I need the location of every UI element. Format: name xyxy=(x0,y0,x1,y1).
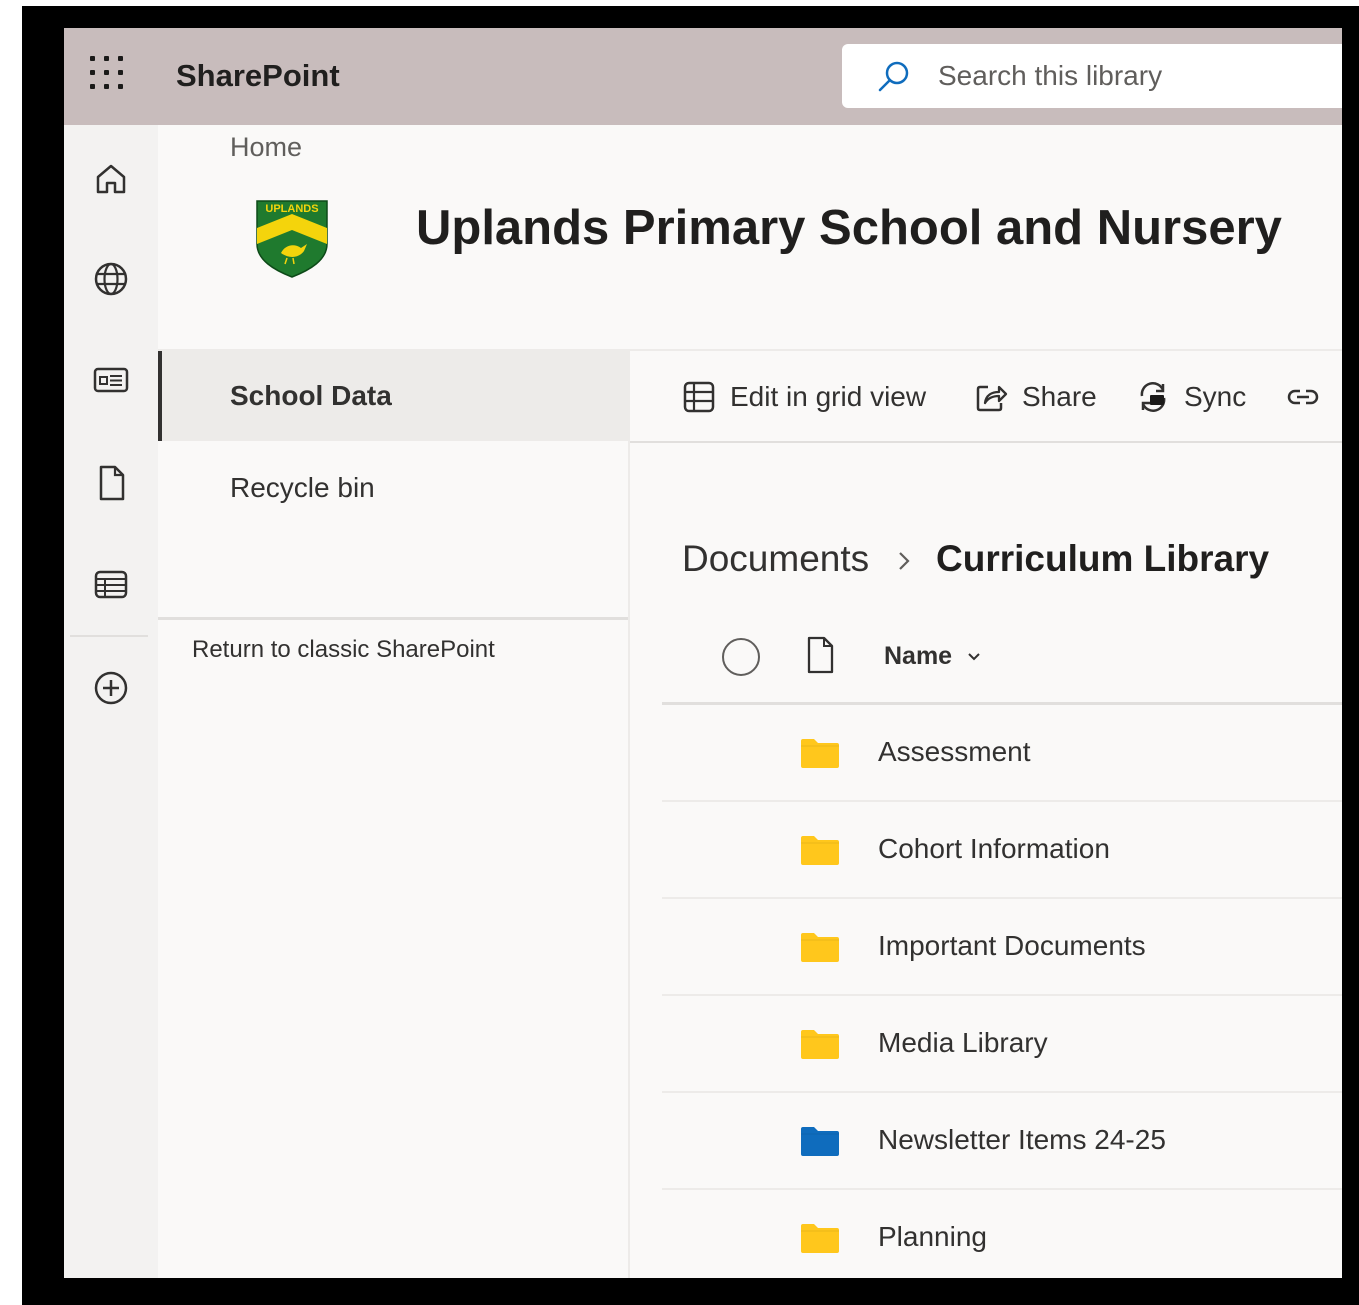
edit-grid-label: Edit in grid view xyxy=(730,381,927,412)
suite-bar: SharePoint xyxy=(64,28,1342,125)
nav-item-label: School Data xyxy=(230,380,392,411)
folder-name[interactable]: Media Library xyxy=(878,1027,1048,1059)
app-rail xyxy=(64,125,158,1278)
list-item[interactable]: Media Library xyxy=(662,996,1342,1093)
sync-button[interactable]: Sync xyxy=(1136,379,1246,415)
folder-name[interactable]: Important Documents xyxy=(878,930,1146,962)
folder-icon xyxy=(801,1127,839,1156)
list-header: Name xyxy=(662,618,1342,705)
folder-icon xyxy=(801,1030,839,1059)
news-icon[interactable] xyxy=(88,357,134,403)
app-name[interactable]: SharePoint xyxy=(176,58,340,94)
list-item[interactable]: Important Documents xyxy=(662,899,1342,996)
folder-icon xyxy=(801,1224,839,1253)
folder-name[interactable]: Cohort Information xyxy=(878,833,1110,865)
share-button[interactable]: Share xyxy=(974,379,1097,415)
folder-name[interactable]: Newsletter Items 24-25 xyxy=(878,1124,1166,1156)
breadcrumb-documents[interactable]: Documents xyxy=(682,538,869,580)
folder-icon xyxy=(801,836,839,865)
search-input[interactable] xyxy=(938,58,1338,94)
folder-name[interactable]: Planning xyxy=(878,1221,987,1253)
rail-divider xyxy=(70,635,148,637)
copy-link-button[interactable] xyxy=(1286,379,1334,415)
share-label: Share xyxy=(1022,381,1097,412)
folder-icon xyxy=(801,933,839,962)
nav-item-label: Recycle bin xyxy=(230,472,375,503)
nav-item-school-data[interactable]: School Data xyxy=(158,351,628,441)
nav-divider xyxy=(158,617,628,620)
search-icon xyxy=(878,61,909,92)
document-icon[interactable] xyxy=(88,460,134,506)
chevron-down-icon xyxy=(968,652,980,660)
app-launcher-icon[interactable] xyxy=(90,56,126,92)
return-to-classic-link[interactable]: Return to classic SharePoint xyxy=(192,636,495,664)
site-title[interactable]: Uplands Primary School and Nursery xyxy=(416,200,1282,256)
svg-text:UPLANDS: UPLANDS xyxy=(265,203,318,215)
select-all-checkbox[interactable] xyxy=(722,638,760,676)
edit-in-grid-view-button[interactable]: Edit in grid view xyxy=(682,379,926,415)
nav-item-recycle-bin[interactable]: Recycle bin xyxy=(158,443,628,533)
name-column-header[interactable]: Name xyxy=(884,642,982,671)
file-type-icon[interactable] xyxy=(804,636,836,674)
folder-name[interactable]: Assessment xyxy=(878,736,1031,768)
name-column-label: Name xyxy=(884,642,953,670)
list-item[interactable]: Assessment xyxy=(662,705,1342,802)
list-item[interactable]: Newsletter Items 24-25 xyxy=(662,1093,1342,1190)
breadcrumb-current[interactable]: Curriculum Library xyxy=(936,538,1269,580)
home-icon[interactable] xyxy=(88,156,134,202)
command-bar: Edit in grid view Share Sync xyxy=(630,351,1342,443)
sync-label: Sync xyxy=(1184,381,1247,412)
sharepoint-window: SharePoint Search this library Home UPLA… xyxy=(64,28,1342,1278)
chevron-right-icon xyxy=(899,552,910,570)
folder-icon xyxy=(801,739,839,768)
grid-icon xyxy=(683,381,715,413)
link-icon xyxy=(1287,389,1319,405)
home-nav-link[interactable]: Home xyxy=(230,132,302,163)
list-icon[interactable] xyxy=(88,561,134,607)
globe-icon[interactable] xyxy=(88,256,134,302)
sync-icon xyxy=(1140,382,1166,412)
school-logo[interactable]: UPLANDS xyxy=(254,198,330,278)
list-item[interactable]: Cohort Information xyxy=(662,802,1342,899)
add-circle-icon[interactable] xyxy=(88,665,134,711)
share-icon xyxy=(976,385,1008,412)
list-item[interactable]: Planning xyxy=(662,1190,1342,1278)
left-navigation: School Data Recycle bin Return to classi… xyxy=(158,351,630,1278)
search-box[interactable] xyxy=(842,44,1342,108)
